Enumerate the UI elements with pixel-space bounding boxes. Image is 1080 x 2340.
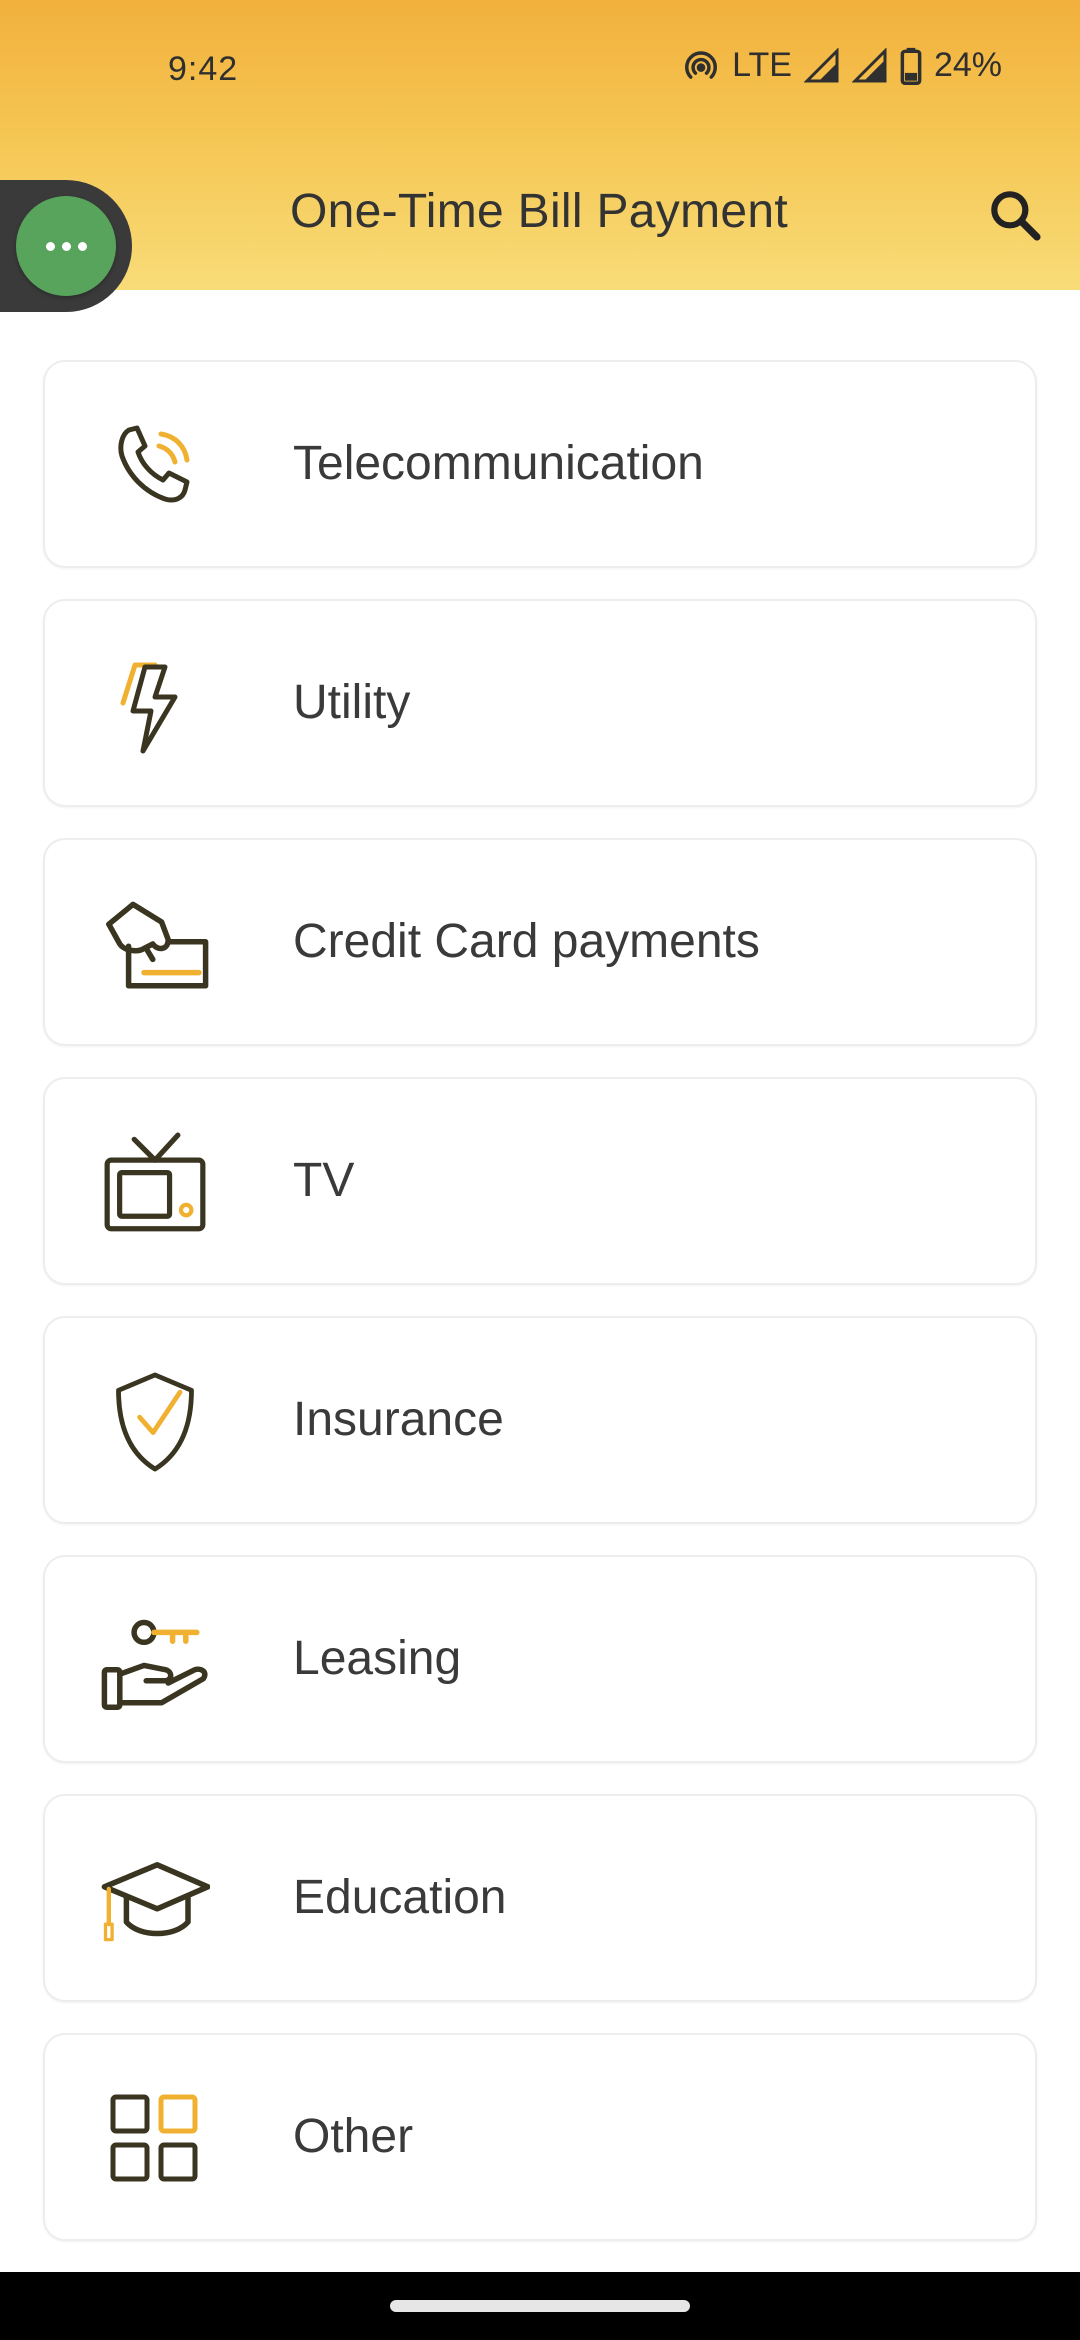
battery-percent: 24% (933, 46, 1002, 84)
category-leasing[interactable]: Leasing (43, 1555, 1037, 1763)
battery-icon (900, 47, 922, 85)
page-title: One-Time Bill Payment (290, 185, 788, 238)
category-label: Insurance (293, 1393, 504, 1446)
grid-icon (95, 2079, 215, 2199)
category-credit-card-payments[interactable]: Credit Card payments (43, 838, 1037, 1046)
signal-icon (851, 47, 888, 84)
category-label: Other (293, 2110, 414, 2163)
category-label: Education (293, 1871, 507, 1924)
category-education[interactable]: Education (43, 1794, 1037, 2002)
screen: 9:42 LTE 24% One-Time Bill Payment Telec… (0, 0, 1080, 2340)
category-tv[interactable]: TV (43, 1077, 1037, 1285)
status-bar: 9:42 LTE 24% (0, 0, 1080, 140)
category-label: TV (293, 1154, 355, 1207)
category-insurance[interactable]: Insurance (43, 1316, 1037, 1524)
signal-icon (803, 47, 840, 84)
system-navigation-bar (0, 2272, 1080, 2340)
category-label: Leasing (293, 1632, 462, 1685)
credit-card-hand-icon (95, 884, 215, 1004)
app-bar: One-Time Bill Payment (0, 150, 1080, 290)
category-list: Telecommunication Utility Credit Card pa… (43, 360, 1037, 2272)
graduation-cap-icon (95, 1840, 215, 1960)
home-gesture-handle[interactable] (390, 2300, 690, 2312)
category-label: Credit Card payments (293, 915, 760, 968)
status-time: 9:42 (168, 50, 239, 88)
search-button[interactable] (984, 184, 1046, 246)
category-label: Utility (293, 676, 411, 729)
hand-key-icon (95, 1601, 215, 1721)
status-icons: LTE 24% (682, 46, 1002, 85)
category-label: Telecommunication (293, 437, 704, 490)
floating-bubble-button[interactable] (16, 196, 116, 296)
search-icon (991, 191, 1041, 241)
tv-icon (95, 1123, 215, 1243)
shield-check-icon (95, 1362, 215, 1482)
hotspot-icon (682, 47, 720, 85)
category-other[interactable]: Other (43, 2033, 1037, 2241)
category-utility[interactable]: Utility (43, 599, 1037, 807)
lightning-icon (95, 645, 215, 765)
phone-icon (95, 406, 215, 526)
more-horizontal-icon (45, 241, 87, 251)
category-telecommunication[interactable]: Telecommunication (43, 360, 1037, 568)
network-type: LTE (732, 46, 792, 84)
